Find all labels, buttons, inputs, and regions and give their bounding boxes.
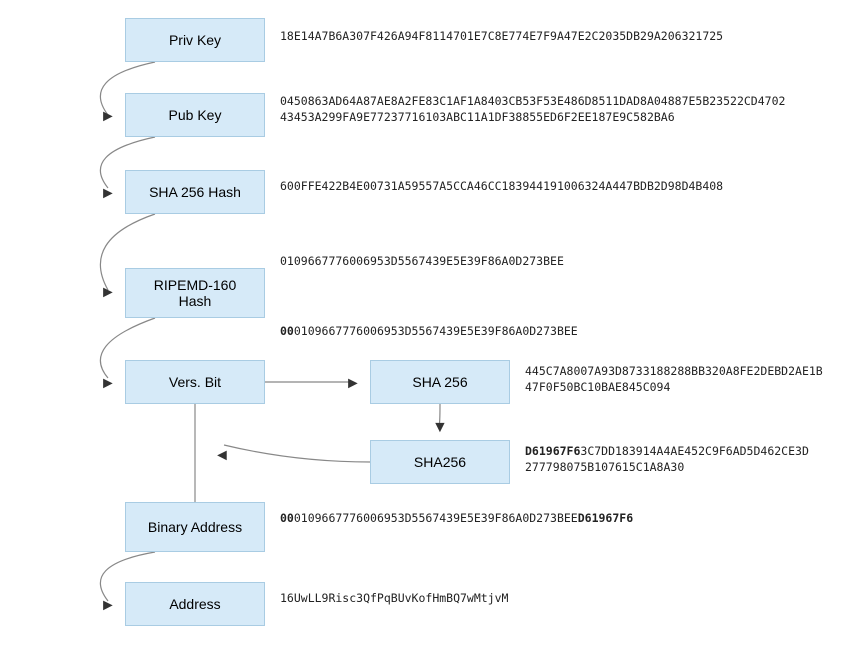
priv-key-label: Priv Key <box>169 32 221 48</box>
val-sha256-r2: D61967F63C7DD183914A4AE452C9F6AD5D462CE3… <box>525 443 809 475</box>
sha256hash-box: SHA 256 Hash <box>125 170 265 214</box>
val-address: 16UwLL9Risc3QfPqBUvKofHmBQ7wMtjvM <box>280 590 508 606</box>
binary-address-box: Binary Address <box>125 502 265 552</box>
ripemd160-label: RIPEMD-160Hash <box>154 277 236 309</box>
sha256hash-label: SHA 256 Hash <box>149 184 241 200</box>
val-priv-key: 18E14A7B6A307F426A94F8114701E7C8E774E7F9… <box>280 28 723 44</box>
binary-address-label: Binary Address <box>148 519 242 535</box>
val-sha256hash: 600FFE422B4E00731A59557A5CCA46CC18394419… <box>280 178 723 194</box>
arrow-sha256-r2-down: ▼ <box>432 419 448 437</box>
sha256-r1-label: SHA 256 <box>412 374 467 390</box>
sha256-r2-bold: D61967F6 <box>525 444 580 458</box>
arrow-sha256-r1: ► <box>345 375 361 393</box>
sha256-r2-box: SHA256 <box>370 440 510 484</box>
arrow-sha256: ► <box>100 185 116 203</box>
address-box: Address <box>125 582 265 626</box>
sha256-r1-box: SHA 256 <box>370 360 510 404</box>
binary-bold-00: 00 <box>280 511 294 525</box>
arrow-sha256-r2-back: ◄ <box>214 447 230 465</box>
val-pub-key: 0450863AD64A87AE8A2FE83C1AF1A8403CB53F53… <box>280 93 785 125</box>
arrow-vers-bit: ► <box>100 375 116 393</box>
arrow-address: ► <box>100 597 116 615</box>
vers-bit-box: Vers. Bit <box>125 360 265 404</box>
priv-key-box: Priv Key <box>125 18 265 62</box>
address-label: Address <box>169 596 220 612</box>
val-sha256-r1: 445C7A8007A93D8733188288BB320A8FE2DEBD2A… <box>525 363 823 395</box>
ripemd160-box: RIPEMD-160Hash <box>125 268 265 318</box>
sha256-r2-label: SHA256 <box>414 454 466 470</box>
val-binary-address: 000109667776006953D5567439E5E39F86A0D273… <box>280 510 633 526</box>
binary-bold-checksum: D61967F6 <box>578 511 633 525</box>
ripemd-bold-prefix: 00 <box>280 324 294 338</box>
vers-bit-label: Vers. Bit <box>169 374 221 390</box>
arrow-ripemd: ► <box>100 284 116 302</box>
val-ripemd-before: 0109667776006953D5567439E5E39F86A0D273BE… <box>280 253 564 269</box>
pub-key-label: Pub Key <box>169 107 222 123</box>
arrow-pub-key: ► <box>100 108 116 126</box>
pub-key-box: Pub Key <box>125 93 265 137</box>
val-ripemd-after: 000109667776006953D5567439E5E39F86A0D273… <box>280 323 578 339</box>
